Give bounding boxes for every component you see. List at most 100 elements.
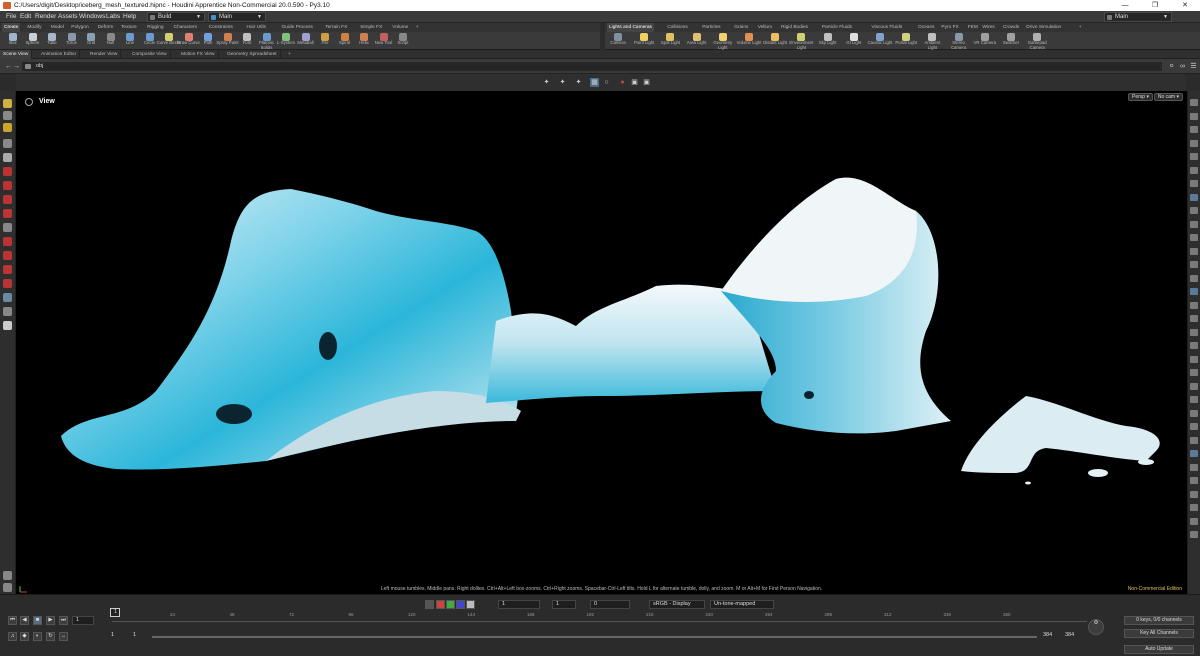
tab-scene-view[interactable]: Scene View (0, 50, 33, 59)
scene-viewport[interactable]: View Persp ▾ No cam ▾ Left mouse tumbles… (16, 91, 1187, 594)
shelf-tab-model[interactable]: Model (49, 23, 66, 32)
tool-script[interactable]: Script (390, 32, 416, 50)
display-option-icon[interactable] (1190, 207, 1198, 214)
shelf-tab-crowds[interactable]: Crowds (1001, 23, 1021, 32)
display-option-icon[interactable] (1190, 247, 1198, 255)
view-tool-icon[interactable] (3, 139, 12, 148)
shelf-tab-modify[interactable]: Modify (25, 23, 43, 32)
display-option-icon[interactable] (1190, 355, 1198, 363)
play-icon[interactable]: ▶ (46, 616, 55, 625)
magnet-tool-icon[interactable] (3, 251, 12, 260)
tonemap-select[interactable]: Un-tone-mapped (710, 600, 774, 609)
display-option-icon[interactable] (1190, 396, 1198, 403)
pose-tool-icon[interactable] (3, 111, 12, 120)
shelf-tab-particle-fluids[interactable]: Particle Fluids (820, 23, 854, 32)
rotate-tool-icon[interactable] (3, 181, 12, 190)
shelf-tab-terrain-fx[interactable]: Terrain FX (323, 23, 349, 32)
shelf-tab-lights-and-cameras[interactable]: Lights and Cameras (607, 23, 654, 32)
shelf-tab-drive-simulation[interactable]: Drive Simulation (1024, 23, 1063, 32)
shelf-tab-oceans[interactable]: Oceans (916, 23, 937, 32)
display-option-icon[interactable] (1190, 274, 1198, 282)
range-start-field[interactable]: 1 (108, 632, 128, 641)
tool-caustic-light[interactable]: Caustic Light (867, 32, 893, 50)
shelf-tab-constraints[interactable]: Constraints (207, 23, 235, 32)
shelf-tab-hair-utils[interactable]: Hair Utils (245, 23, 268, 32)
display-option-icon[interactable] (1190, 288, 1198, 295)
shelf-tab-simple-fx[interactable]: Simple FX (358, 23, 384, 32)
display-option-icon[interactable] (1190, 477, 1198, 484)
maximize-button[interactable]: ❐ (1140, 0, 1170, 11)
display-option-icon[interactable] (1190, 139, 1198, 147)
display-option-icon[interactable] (1190, 166, 1198, 174)
display-option-icon[interactable] (1190, 112, 1198, 120)
value-field-a[interactable]: 1 (498, 600, 540, 609)
right-context-select[interactable]: Main ▼ (1104, 12, 1172, 22)
forward-arrow-icon[interactable]: → (12, 62, 21, 71)
select-tool-icon[interactable] (3, 99, 12, 108)
range-icon[interactable]: ↔ (59, 632, 68, 641)
scale-tool-icon[interactable] (3, 195, 12, 204)
display-option-icon[interactable] (1190, 342, 1198, 349)
add-tab-button[interactable]: + (285, 50, 294, 59)
tool-gi-light[interactable]: GI Light (841, 32, 867, 50)
tool-camera[interactable]: Camera (605, 32, 631, 50)
teapot-icon[interactable] (3, 321, 12, 330)
display-option-icon[interactable] (1190, 423, 1198, 430)
settings-tool-icon[interactable] (3, 571, 12, 580)
tool-geometry-light[interactable]: Geometry Light (710, 32, 736, 50)
shelf-tab-add[interactable]: + (1077, 23, 1084, 32)
menu-help[interactable]: Help (123, 11, 136, 23)
tool-gamepad-camera[interactable]: Gamepad Camera (1024, 32, 1050, 50)
shelf-tab-particles[interactable]: Particles (700, 23, 722, 32)
network-path-field[interactable]: obj (22, 62, 1162, 71)
peak-tool-icon[interactable] (3, 265, 12, 274)
tool-area-light[interactable]: Area Light (684, 32, 710, 50)
link-icon[interactable]: ∞ (1178, 62, 1187, 71)
timeline-track[interactable] (112, 621, 1087, 622)
tool-point-light[interactable]: Point Light (631, 32, 657, 50)
display-option-icon[interactable] (1190, 490, 1198, 498)
tool-volume-light[interactable]: Volume Light (736, 32, 762, 50)
move-tool-icon[interactable] (3, 167, 12, 176)
display-toggle-icon[interactable] (425, 600, 434, 609)
handle-icon[interactable]: ○ (602, 78, 611, 87)
close-button[interactable]: ✕ (1170, 0, 1200, 11)
alpha-channel-icon[interactable] (466, 600, 475, 609)
display-option-icon[interactable] (1190, 328, 1198, 336)
display-option-icon[interactable] (1190, 261, 1198, 268)
shelf-tab-polygon[interactable]: Polygon (69, 23, 90, 32)
display-option-icon[interactable] (1190, 409, 1198, 417)
menu-windows[interactable]: Windows (79, 11, 105, 23)
display-option-icon[interactable] (1190, 436, 1198, 444)
shelf-tab-create[interactable]: Create (2, 23, 21, 32)
snap-icon[interactable]: ✦ (542, 78, 551, 87)
display-option-icon[interactable] (1190, 531, 1198, 538)
transform-tool-icon[interactable] (3, 209, 12, 218)
audio-icon[interactable]: ♫ (8, 632, 17, 641)
display-option-icon[interactable] (1190, 180, 1198, 187)
blue-channel-icon[interactable] (456, 600, 465, 609)
shelf-tab-guide-process[interactable]: Guide Process (280, 23, 315, 32)
display-option-icon[interactable] (1190, 220, 1198, 228)
range-slider[interactable] (152, 636, 1037, 638)
go-end-icon[interactable]: ⏭ (59, 616, 68, 625)
display-option-icon[interactable] (1190, 315, 1198, 322)
tool-stereo-camera[interactable]: Stereo Camera (946, 32, 972, 50)
display-option-icon[interactable] (1190, 193, 1198, 201)
red-channel-icon[interactable] (436, 600, 445, 609)
snap-grid-icon[interactable]: ✦ (558, 78, 567, 87)
snap-tool-icon[interactable] (3, 223, 12, 232)
handle-tool-icon[interactable] (3, 123, 12, 132)
current-frame-field[interactable]: 1 (72, 616, 94, 625)
tab-composite-view[interactable]: Composite View (129, 50, 171, 59)
go-start-icon[interactable]: ⏮ (8, 616, 17, 625)
loop-icon[interactable]: ↻ (46, 632, 55, 641)
shelf-tab-texture[interactable]: Texture (119, 23, 139, 32)
shelf-tab-vellum[interactable]: Vellum (756, 23, 774, 32)
edit-tool-icon[interactable] (3, 293, 12, 302)
range-start2-field[interactable]: 1 (130, 632, 150, 641)
display-option-icon[interactable] (1190, 504, 1198, 511)
display-option-icon[interactable] (1190, 450, 1198, 457)
shelf-tab-add[interactable]: + (414, 23, 421, 32)
lock-icon[interactable] (3, 153, 12, 162)
